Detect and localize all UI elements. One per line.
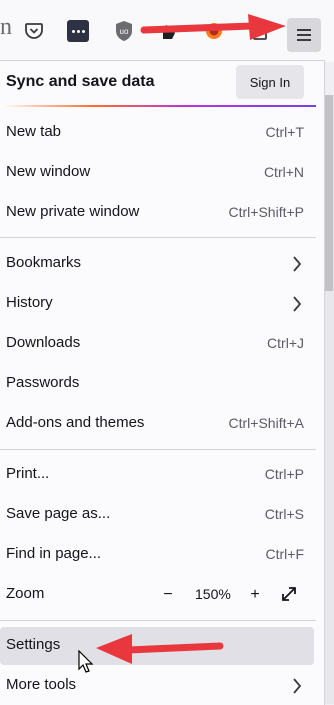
menu-item-shortcut: Ctrl+Shift+P <box>228 204 304 220</box>
menu-item-label: Find in page... <box>6 545 102 562</box>
menu-item-shortcut: Ctrl+F <box>265 546 305 562</box>
menu-item-new-window[interactable]: New window Ctrl+N <box>0 154 316 192</box>
menu-item-label: Print... <box>6 465 50 482</box>
menu-item-zoom: Zoom − 150% + <box>0 576 316 614</box>
mouse-cursor-icon <box>78 650 94 673</box>
menu-item-shortcut: Ctrl+S <box>264 506 304 522</box>
sync-gradient-divider <box>0 105 316 107</box>
menu-item-passwords[interactable]: Passwords <box>0 365 316 403</box>
fullscreen-icon[interactable] <box>280 585 298 603</box>
menu-item-label: New private window <box>6 203 140 220</box>
menu-item-find-in-page[interactable]: Find in page... Ctrl+F <box>0 536 316 574</box>
chevron-right-icon <box>293 678 302 694</box>
menu-separator <box>0 237 316 238</box>
menu-item-label: Save page as... <box>6 505 111 522</box>
menu-item-downloads[interactable]: Downloads Ctrl+J <box>0 325 316 363</box>
menu-item-more-tools[interactable]: More tools <box>0 667 316 705</box>
menu-item-new-tab[interactable]: New tab Ctrl+T <box>0 114 316 152</box>
menu-item-shortcut: Ctrl+Shift+A <box>228 415 304 431</box>
pocket-icon[interactable] <box>23 20 45 42</box>
menu-item-label: History <box>6 294 53 311</box>
menu-item-label: Add-ons and themes <box>6 414 145 431</box>
menu-item-shortcut: Ctrl+T <box>265 124 305 140</box>
sign-in-button[interactable]: Sign In <box>236 65 304 99</box>
svg-text:uo: uo <box>120 27 129 36</box>
menu-item-bookmarks[interactable]: Bookmarks <box>0 245 316 283</box>
menu-item-label: Settings <box>6 636 61 653</box>
menu-item-save-page[interactable]: Save page as... Ctrl+S <box>0 496 316 534</box>
dots-extension-icon[interactable] <box>67 20 89 42</box>
page-scrollbar[interactable] <box>324 95 334 704</box>
menu-item-shortcut: Ctrl+P <box>264 466 304 482</box>
annotation-arrow-settings <box>96 634 224 664</box>
menu-separator <box>0 620 316 621</box>
scrollbar-thumb[interactable] <box>325 95 333 291</box>
menu-item-label: New window <box>6 163 91 180</box>
ublock-origin-icon[interactable]: uo <box>113 20 135 42</box>
hamburger-menu-icon[interactable] <box>287 18 321 52</box>
menu-item-label: New tab <box>6 123 62 140</box>
menu-item-shortcut: Ctrl+N <box>263 164 304 180</box>
chevron-right-icon <box>293 296 302 312</box>
menu-item-shortcut: Ctrl+J <box>267 335 304 351</box>
sync-title: Sync and save data <box>6 73 155 90</box>
zoom-in-button[interactable]: + <box>245 585 265 605</box>
chevron-right-icon <box>293 256 302 272</box>
menu-item-print[interactable]: Print... Ctrl+P <box>0 456 316 494</box>
menu-item-label: Zoom <box>6 585 45 602</box>
menu-item-label: Bookmarks <box>6 254 82 271</box>
menu-item-label: Passwords <box>6 374 80 391</box>
menu-item-new-private-window[interactable]: New private window Ctrl+Shift+P <box>0 194 316 232</box>
zoom-level[interactable]: 150% <box>195 586 231 602</box>
menu-separator <box>0 449 316 450</box>
url-partial-text: n <box>0 14 12 40</box>
app-menu-panel: Sync and save data Sign In New tab Ctrl+… <box>0 60 325 705</box>
menu-item-label: More tools <box>6 676 77 693</box>
zoom-out-button[interactable]: − <box>158 585 178 605</box>
menu-item-label: Downloads <box>6 334 81 351</box>
menu-item-history[interactable]: History <box>0 285 316 323</box>
menu-item-addons[interactable]: Add-ons and themes Ctrl+Shift+A <box>0 405 316 443</box>
annotation-arrow-top <box>140 14 286 40</box>
